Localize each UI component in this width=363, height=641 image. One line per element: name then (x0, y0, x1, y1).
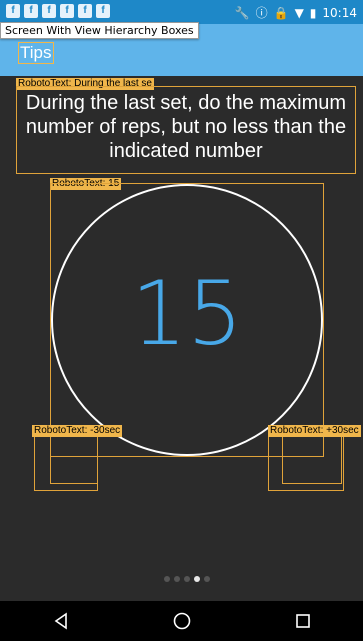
notification-icon: f (24, 4, 38, 18)
wifi-icon: ▼ (294, 5, 304, 20)
main-content: RobotoText: During the last se During th… (6, 76, 363, 601)
count-container: 15 (50, 183, 324, 457)
battery-icon: ▮ (309, 5, 317, 20)
back-button[interactable] (41, 601, 81, 641)
back-triangle-icon (54, 612, 67, 630)
info-icon: ⓘ (255, 6, 268, 20)
notification-icon: f (42, 4, 56, 18)
minus-label: RobotoText: -30sec (32, 425, 123, 437)
recent-square-icon (295, 614, 310, 628)
minus-30sec-inner (50, 436, 98, 484)
page-dot[interactable] (164, 576, 170, 582)
status-right: 🔧 ⓘ 🔒 ▼ ▮ 10:14 (235, 4, 357, 21)
system-nav-bar (0, 601, 363, 641)
rep-count: 15 (131, 262, 243, 365)
page-title: Tips (18, 42, 54, 64)
status-bar: f f f f f f 🔧 ⓘ 🔒 ▼ ▮ 10:14 (0, 0, 363, 24)
hierarchy-overlay-label: Screen With View Hierarchy Boxes (0, 22, 199, 39)
page-dot[interactable] (174, 576, 180, 582)
home-circle-icon (173, 612, 190, 630)
home-button[interactable] (162, 601, 202, 641)
tip-text: During the last set, do the maximum numb… (16, 86, 356, 174)
plus-30sec-inner (282, 436, 342, 484)
status-time: 10:14 (322, 5, 357, 20)
notification-icon: f (60, 4, 74, 18)
plus-label: RobotoText: +30sec (268, 425, 361, 437)
notification-icon: f (78, 4, 92, 18)
wrench-icon: 🔧 (234, 5, 250, 20)
notification-icon: f (6, 4, 20, 18)
recents-button[interactable] (283, 601, 323, 641)
notification-icons: f f f f f f (6, 4, 110, 18)
page-indicator (164, 576, 210, 582)
page-dot[interactable] (204, 576, 210, 582)
lock-icon: 🔒 (273, 5, 289, 20)
page-dot-active[interactable] (194, 576, 200, 582)
notification-icon: f (96, 4, 110, 18)
page-dot[interactable] (184, 576, 190, 582)
